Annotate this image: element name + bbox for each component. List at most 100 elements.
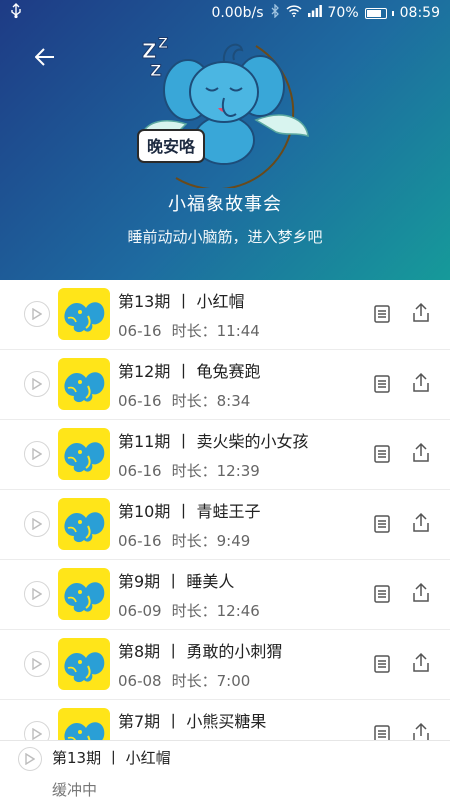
episode-title: 第9期 丨 睡美人 xyxy=(118,572,235,591)
episode-play-button[interactable] xyxy=(24,511,50,537)
share-icon xyxy=(413,722,429,740)
episode-row[interactable]: 第10期 丨 青蛙王子 06-16 时长：9:49 xyxy=(0,490,450,560)
episode-date: 06-09 xyxy=(118,602,162,620)
arrow-left-icon xyxy=(35,48,54,66)
svg-text:Z: Z xyxy=(142,39,157,63)
episode-detail-button[interactable] xyxy=(372,654,392,674)
episode-share-button[interactable] xyxy=(411,512,431,534)
wifi-icon xyxy=(285,5,302,21)
share-icon xyxy=(413,302,429,322)
episode-share-button[interactable] xyxy=(411,372,431,394)
elephant-logo-icon xyxy=(64,512,105,543)
episode-thumbnail xyxy=(58,358,110,410)
episode-row[interactable]: 第13期 丨 小红帽 06-16 时长：11:44 xyxy=(0,280,450,350)
episode-meta: 06-08 时长：7:00 xyxy=(118,670,250,691)
episode-detail-button[interactable] xyxy=(372,724,392,740)
episode-title: 第8期 丨 勇敢的小刺猬 xyxy=(118,642,283,661)
episode-meta: 06-16 时长：12:39 xyxy=(118,460,260,481)
now-playing-title: 第13期 丨 小红帽 xyxy=(52,749,171,767)
episode-detail-button[interactable] xyxy=(372,514,392,534)
episode-play-button[interactable] xyxy=(24,371,50,397)
episode-date: 06-16 xyxy=(118,462,162,480)
episode-row[interactable]: 第8期 丨 勇敢的小刺猬 06-08 时长：7:00 xyxy=(0,630,450,700)
episode-detail-button[interactable] xyxy=(372,584,392,604)
mascot-sign-text: 晚安咯 xyxy=(147,137,196,156)
player-play-button[interactable] xyxy=(18,747,42,771)
elephant-logo-icon xyxy=(64,582,105,613)
episode-meta: 06-09 时长：12:46 xyxy=(118,600,260,621)
play-icon xyxy=(32,728,42,740)
episode-play-button[interactable] xyxy=(24,301,50,327)
now-playing-bar[interactable]: 第13期 丨 小红帽 缓冲中 xyxy=(0,740,450,800)
signal-icon xyxy=(307,5,322,21)
page-title: 小福象故事会 xyxy=(168,194,282,215)
episode-title: 第12期 丨 龟兔赛跑 xyxy=(118,362,261,381)
document-list-icon xyxy=(374,305,390,323)
episode-duration-label: 时长： xyxy=(171,392,217,410)
episode-play-button[interactable] xyxy=(24,441,50,467)
document-list-icon xyxy=(374,375,390,393)
document-list-icon xyxy=(374,655,390,673)
episode-duration: 11:44 xyxy=(216,322,260,340)
episode-title: 第11期 丨 卖火柴的小女孩 xyxy=(118,432,309,451)
share-icon xyxy=(413,442,429,462)
episode-row[interactable]: 第7期 丨 小熊买糖果 xyxy=(0,700,450,740)
episode-duration: 12:39 xyxy=(216,462,260,480)
episode-row[interactable]: 第12期 丨 龟兔赛跑 06-16 时长：8:34 xyxy=(0,350,450,420)
episode-title: 第10期 丨 青蛙王子 xyxy=(118,502,261,521)
episode-duration: 8:34 xyxy=(216,392,251,410)
play-icon xyxy=(32,308,42,320)
episode-date: 06-16 xyxy=(118,322,162,340)
clock: 08:59 xyxy=(399,5,440,21)
document-list-icon xyxy=(374,585,390,603)
episode-row[interactable]: 第9期 丨 睡美人 06-09 时长：12:46 xyxy=(0,560,450,630)
share-icon xyxy=(413,582,429,602)
play-icon xyxy=(32,518,42,530)
play-icon xyxy=(32,448,42,460)
episode-duration-label: 时长： xyxy=(171,532,217,550)
document-list-icon xyxy=(374,445,390,463)
play-icon xyxy=(32,378,42,390)
episode-detail-button[interactable] xyxy=(372,444,392,464)
share-icon xyxy=(413,512,429,532)
battery-icon xyxy=(364,7,394,19)
episode-duration: 9:49 xyxy=(216,532,251,550)
episode-share-button[interactable] xyxy=(411,442,431,464)
episode-row[interactable]: 第11期 丨 卖火柴的小女孩 06-16 时长：12:39 xyxy=(0,420,450,490)
episode-thumbnail xyxy=(58,638,110,690)
battery-percent: 70% xyxy=(327,5,359,21)
svg-text:Z: Z xyxy=(150,61,162,80)
episode-thumbnail xyxy=(58,498,110,550)
page-subtitle: 睡前动动小脑筋，进入梦乡吧 xyxy=(127,228,323,246)
episode-play-button[interactable] xyxy=(24,721,50,740)
elephant-logo-icon xyxy=(64,652,105,683)
episode-list: 第13期 丨 小红帽 06-16 时长：11:44 第12期 丨 龟兔赛跑 06… xyxy=(0,280,450,740)
elephant-logo-icon xyxy=(64,722,105,740)
status-right: 0.00b/s 70% 08:59 xyxy=(211,3,440,22)
episode-title: 第13期 丨 小红帽 xyxy=(118,292,245,311)
network-speed: 0.00b/s xyxy=(211,5,264,21)
now-playing-status: 缓冲中 xyxy=(52,781,98,799)
episode-play-button[interactable] xyxy=(24,651,50,677)
episode-title: 第7期 丨 小熊买糖果 xyxy=(118,712,267,731)
episode-play-button[interactable] xyxy=(24,581,50,607)
episode-thumbnail xyxy=(58,708,110,740)
play-icon xyxy=(32,658,42,670)
episode-detail-button[interactable] xyxy=(372,304,392,324)
episode-share-button[interactable] xyxy=(411,302,431,324)
episode-detail-button[interactable] xyxy=(372,374,392,394)
episode-duration-label: 时长： xyxy=(171,322,217,340)
episode-meta: 06-16 时长：9:49 xyxy=(118,530,250,551)
episode-date: 06-08 xyxy=(118,672,162,690)
elephant-logo-icon xyxy=(64,372,105,403)
svg-text:Z: Z xyxy=(158,36,168,52)
episode-share-button[interactable] xyxy=(411,652,431,674)
episode-share-button[interactable] xyxy=(411,722,431,740)
back-button[interactable] xyxy=(28,40,62,74)
episode-share-button[interactable] xyxy=(411,582,431,604)
episode-date: 06-16 xyxy=(118,392,162,410)
episode-duration: 12:46 xyxy=(216,602,260,620)
elephant-logo-icon xyxy=(64,302,105,333)
bluetooth-icon xyxy=(270,3,280,22)
episode-duration-label: 时长： xyxy=(171,462,217,480)
